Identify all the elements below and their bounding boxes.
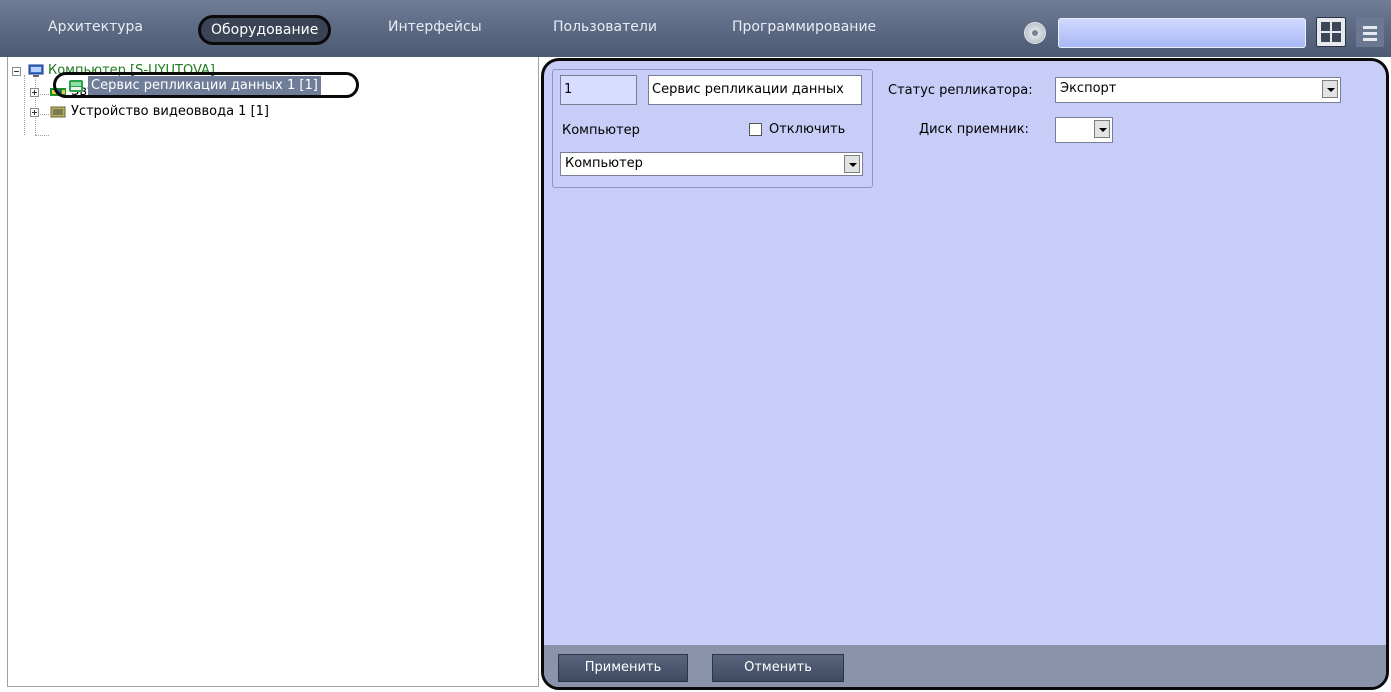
expand-icon[interactable]	[30, 108, 39, 117]
disable-label: Отключить	[769, 122, 846, 137]
chevron-down-icon[interactable]	[844, 155, 860, 173]
expand-icon[interactable]	[30, 88, 39, 97]
hardware-tree: Компьютер [S-UYUTOVA] Звуковая плата 1 […	[7, 57, 539, 687]
tab-equipment[interactable]: Оборудование	[198, 15, 332, 45]
target-disk-select[interactable]	[1055, 117, 1113, 143]
tree-item-data-replication-service[interactable]: Сервис репликации данных 1 [1]	[53, 72, 359, 98]
computer-select-value: Компьютер	[565, 156, 643, 171]
object-name-field[interactable]: Сервис репликации данных	[648, 75, 862, 105]
computer-monitor-icon	[28, 64, 44, 78]
replicator-status-label: Статус репликатора:	[888, 83, 1033, 98]
chevron-down-icon[interactable]	[1322, 80, 1338, 98]
video-capture-board-icon	[50, 105, 66, 119]
target-disk-label: Диск приемник:	[919, 122, 1029, 137]
tree-item-label: Устройство видеоввода 1 [1]	[71, 104, 269, 119]
chevron-down-icon[interactable]	[1094, 120, 1110, 138]
layout-grid-icon[interactable]	[1316, 17, 1346, 47]
apply-button[interactable]: Применить	[558, 654, 688, 682]
settings-gear-icon[interactable]	[1024, 22, 1046, 44]
tree-item-video-input[interactable]: Устройство видеоввода 1 [1]	[30, 102, 450, 122]
top-navigation-bar: Архитектура Оборудование Интерфейсы Поль…	[0, 0, 1391, 57]
tab-architecture[interactable]: Архитектура	[48, 12, 143, 42]
disable-checkbox[interactable]	[749, 123, 762, 136]
hamburger-menu-icon[interactable]	[1356, 17, 1384, 47]
search-input[interactable]	[1058, 18, 1306, 48]
replicator-status-select[interactable]: Экспорт	[1055, 77, 1341, 103]
computer-label: Компьютер	[562, 123, 640, 138]
object-properties-group: 1 Сервис репликации данных Компьютер Отк…	[552, 69, 873, 188]
replication-service-icon	[68, 79, 84, 93]
replicator-status-value: Экспорт	[1060, 81, 1117, 96]
cancel-button[interactable]: Отменить	[712, 654, 844, 682]
computer-select[interactable]: Компьютер	[560, 152, 863, 176]
panel-footer: Применить Отменить	[544, 645, 1386, 687]
tab-programming[interactable]: Программирование	[732, 12, 876, 42]
tab-users[interactable]: Пользователи	[553, 12, 657, 42]
collapse-icon[interactable]	[12, 67, 21, 76]
object-settings-panel: 1 Сервис репликации данных Компьютер Отк…	[541, 58, 1389, 690]
object-id-field[interactable]: 1	[560, 75, 637, 105]
tree-item-label: Сервис репликации данных 1 [1]	[88, 76, 321, 95]
tab-interfaces[interactable]: Интерфейсы	[388, 12, 482, 42]
